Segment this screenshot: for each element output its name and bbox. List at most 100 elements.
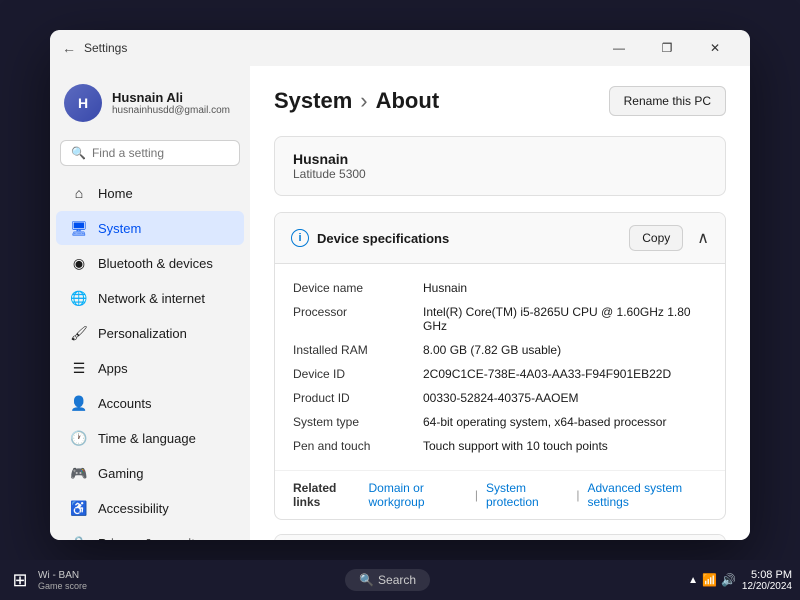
spec-label-ram: Installed RAM: [293, 343, 423, 357]
system-tray-volume-icon[interactable]: 🔊: [721, 573, 736, 587]
window-controls: — ❐ ✕: [596, 33, 738, 63]
minimize-button[interactable]: —: [596, 33, 642, 63]
title-bar-left: ← Settings: [62, 33, 127, 63]
pc-name-info: Husnain Latitude 5300: [293, 151, 366, 181]
spec-label-device-name: Device name: [293, 281, 423, 295]
accounts-icon: 👤: [70, 394, 88, 412]
back-button[interactable]: ←: [62, 33, 76, 63]
taskbar-left: ⊞ Wi - BAN Game score: [8, 568, 87, 592]
sidebar-item-personalization-label: Personalization: [98, 326, 187, 341]
spec-row-device-name: Device name Husnain: [293, 276, 707, 300]
spec-row-product-id: Product ID 00330-52824-40375-AAOEM: [293, 386, 707, 410]
sidebar-item-privacy-label: Privacy & security: [98, 536, 201, 541]
pc-name: Husnain: [293, 151, 366, 167]
sidebar-item-personalization[interactable]: 🖌 Personalization: [56, 316, 244, 350]
sidebar-item-system[interactable]: 🖥 System: [56, 211, 244, 245]
maximize-button[interactable]: ❐: [644, 33, 690, 63]
spec-label-product-id: Product ID: [293, 391, 423, 405]
related-links-label: Related links: [293, 481, 356, 509]
spec-label-system-type: System type: [293, 415, 423, 429]
taskbar-clock[interactable]: 5:08 PM 12/20/2024: [742, 569, 792, 592]
spec-value-ram: 8.00 GB (7.82 GB usable): [423, 343, 707, 357]
spec-value-product-id: 00330-52824-40375-AAOEM: [423, 391, 707, 405]
sidebar-item-bluetooth-label: Bluetooth & devices: [98, 256, 213, 271]
sidebar-item-privacy[interactable]: 🔒 Privacy & security: [56, 526, 244, 540]
gaming-icon: 🎮: [70, 464, 88, 482]
related-link-system-protection[interactable]: System protection: [486, 481, 568, 509]
avatar: H: [64, 84, 102, 122]
user-info: Husnain Ali husnainhusdd@gmail.com: [112, 90, 236, 116]
sidebar-item-time[interactable]: 🕐 Time & language: [56, 421, 244, 455]
personalization-icon: 🖌: [70, 324, 88, 342]
rename-pc-button[interactable]: Rename this PC: [609, 86, 726, 116]
nav-list: ⌂ Home 🖥 System ◉ Bluetooth & devices 🌐 …: [50, 176, 250, 540]
related-sep-2: |: [576, 488, 579, 502]
start-button[interactable]: ⊞: [8, 568, 32, 592]
windows-specs-section: Windows specifications Copy ∧ Edition Wi…: [274, 534, 726, 540]
related-link-advanced-settings[interactable]: Advanced system settings: [587, 481, 707, 509]
device-specs-header: i Device specifications Copy ∧: [275, 213, 725, 264]
apps-icon: ☰: [70, 359, 88, 377]
info-icon: i: [291, 229, 309, 247]
user-name: Husnain Ali: [112, 90, 236, 105]
privacy-icon: 🔒: [70, 534, 88, 540]
related-links: Related links Domain or workgroup | Syst…: [275, 470, 725, 519]
related-link-domain[interactable]: Domain or workgroup: [368, 481, 466, 509]
sidebar-item-accounts[interactable]: 👤 Accounts: [56, 386, 244, 420]
settings-window: ← Settings — ❐ ✕ H Husnain Ali husnainhu…: [50, 30, 750, 540]
sidebar-item-home[interactable]: ⌂ Home: [56, 176, 244, 210]
sidebar-item-network[interactable]: 🌐 Network & internet: [56, 281, 244, 315]
spec-value-device-id: 2C09C1CE-738E-4A03-AA33-F94F901EB22D: [423, 367, 707, 381]
title-bar: ← Settings — ❐ ✕: [50, 30, 750, 66]
spec-label-pen-touch: Pen and touch: [293, 439, 423, 453]
breadcrumb-separator: ›: [360, 88, 367, 114]
sidebar-item-accessibility[interactable]: ♿ Accessibility: [56, 491, 244, 525]
close-button[interactable]: ✕: [692, 33, 738, 63]
spec-label-processor: Processor: [293, 305, 423, 319]
system-tray-wifi-icon[interactable]: 📶: [702, 573, 717, 587]
spec-value-pen-touch: Touch support with 10 touch points: [423, 439, 707, 453]
settings-body: H Husnain Ali husnainhusdd@gmail.com 🔍 ⌂…: [50, 66, 750, 540]
spec-value-device-name: Husnain: [423, 281, 707, 295]
device-specs-section: i Device specifications Copy ∧ Device na…: [274, 212, 726, 520]
taskbar-time: 5:08 PM: [751, 569, 792, 581]
sidebar-item-apps-label: Apps: [98, 361, 128, 376]
spec-row-processor: Processor Intel(R) Core(TM) i5-8265U CPU…: [293, 300, 707, 338]
sidebar-item-apps[interactable]: ☰ Apps: [56, 351, 244, 385]
sidebar-item-network-label: Network & internet: [98, 291, 205, 306]
network-icon: 🌐: [70, 289, 88, 307]
breadcrumb: System › About: [274, 88, 439, 114]
taskbar-search[interactable]: 🔍 Search: [345, 569, 430, 591]
breadcrumb-parent: System: [274, 88, 352, 114]
search-settings[interactable]: 🔍: [60, 140, 240, 166]
taskbar-right: ▲ 📶 🔊 5:08 PM 12/20/2024: [688, 569, 792, 592]
windows-specs-header: Windows specifications Copy ∧: [275, 535, 725, 540]
search-taskbar-icon: 🔍: [359, 573, 374, 587]
pc-model: Latitude 5300: [293, 167, 366, 181]
search-input[interactable]: [92, 146, 229, 160]
spec-row-ram: Installed RAM 8.00 GB (7.82 GB usable): [293, 338, 707, 362]
sidebar: H Husnain Ali husnainhusdd@gmail.com 🔍 ⌂…: [50, 66, 250, 540]
user-profile[interactable]: H Husnain Ali husnainhusdd@gmail.com: [50, 74, 250, 136]
user-email: husnainhusdd@gmail.com: [112, 105, 236, 116]
system-icon: 🖥: [70, 219, 88, 237]
taskbar-search-label: Search: [378, 573, 416, 587]
spec-label-device-id: Device ID: [293, 367, 423, 381]
sidebar-item-accessibility-label: Accessibility: [98, 501, 169, 516]
sidebar-item-time-label: Time & language: [98, 431, 196, 446]
device-specs-collapse-button[interactable]: ∧: [697, 228, 709, 248]
device-specs-table: Device name Husnain Processor Intel(R) C…: [275, 264, 725, 470]
device-specs-copy-button[interactable]: Copy: [629, 225, 683, 251]
sidebar-item-gaming-label: Gaming: [98, 466, 144, 481]
sidebar-item-bluetooth[interactable]: ◉ Bluetooth & devices: [56, 246, 244, 280]
taskbar-wifi-label: Wi - BAN: [38, 570, 79, 581]
main-panel: System › About Rename this PC Husnain La…: [250, 66, 750, 540]
spec-row-pen-touch: Pen and touch Touch support with 10 touc…: [293, 434, 707, 458]
window-title: Settings: [84, 41, 127, 55]
breadcrumb-child: About: [376, 88, 440, 114]
taskbar-icons-group: ▲ 📶 🔊: [688, 573, 736, 587]
taskbar: ⊞ Wi - BAN Game score 🔍 Search ▲ 📶 🔊 5:0…: [0, 560, 800, 600]
system-tray-icon-1[interactable]: ▲: [688, 575, 698, 586]
taskbar-date: 12/20/2024: [742, 581, 792, 592]
sidebar-item-gaming[interactable]: 🎮 Gaming: [56, 456, 244, 490]
